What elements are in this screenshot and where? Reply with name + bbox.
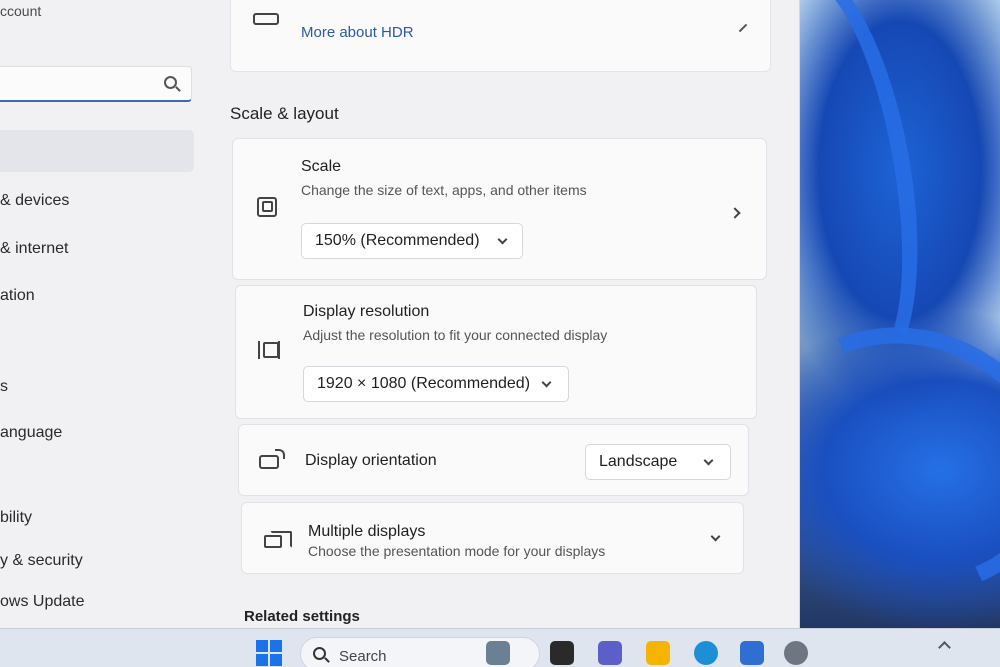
task-view-icon[interactable] [550,641,574,665]
related-settings-heading: Related settings [244,608,360,625]
settings-icon[interactable] [784,641,808,665]
chevron-down-icon[interactable] [710,531,721,542]
resolution-value: 1920 × 1080 (Recommended) [317,375,531,392]
section-title: Scale & layout [230,104,339,123]
open-icon[interactable] [738,23,748,33]
windows-logo-icon [270,640,282,652]
scale-card[interactable]: Scale Change the size of text, apps, and… [232,138,767,280]
multiple-displays-title: Multiple displays [308,523,426,540]
start-button[interactable] [256,640,282,666]
store-icon[interactable] [740,641,764,665]
scale-icon [257,197,277,217]
sidebar-item-personalization[interactable]: ation [0,287,35,305]
sidebar-item-time-language[interactable]: anguage [0,424,62,442]
account-label: ccount [0,3,42,19]
sidebar: ccount & devices & internet ation s angu… [0,0,200,628]
orientation-icon [259,449,285,469]
chevron-down-icon [497,234,508,245]
display-resolution-card: Display resolution Adjust the resolution… [235,285,757,419]
scale-subtitle: Change the size of text, apps, and other… [301,182,587,198]
resolution-icon [258,341,280,359]
windows-logo-icon [256,654,268,666]
search-input[interactable] [0,66,192,102]
display-resolution-title: Display resolution [303,303,430,320]
display-orientation-card: Display orientation Landscape [238,424,749,496]
orientation-value: Landscape [599,453,678,470]
main-content: More about HDR Scale & layout Scale Chan… [210,0,799,628]
widgets-icon[interactable] [486,641,510,665]
resolution-dropdown[interactable]: 1920 × 1080 (Recommended) [303,366,569,402]
taskbar-search-label: Search [339,648,387,665]
display-resolution-subtitle: Adjust the resolution to fit your connec… [303,327,608,343]
scale-dropdown[interactable]: 150% (Recommended) [301,223,523,259]
multiple-displays-icon [264,531,292,548]
settings-window: ccount & devices & internet ation s angu… [0,0,800,628]
edge-icon[interactable] [694,641,718,665]
chevron-down-icon [541,377,552,388]
sidebar-item-privacy-security[interactable]: y & security [0,552,83,570]
scale-title: Scale [301,158,342,175]
multiple-displays-card[interactable]: Multiple displays Choose the presentatio… [241,502,744,574]
show-hidden-icons-icon[interactable] [938,641,951,654]
sidebar-item-accessibility[interactable]: bility [0,509,32,527]
hdr-card: More about HDR [230,0,771,72]
sidebar-item-selected[interactable] [0,130,194,172]
teams-icon[interactable] [598,641,622,665]
windows-logo-icon [256,640,268,652]
hdr-icon [253,13,279,25]
file-explorer-icon[interactable] [646,641,670,665]
search-icon [313,647,326,660]
scale-value: 150% (Recommended) [315,232,480,249]
sidebar-item-devices[interactable]: & devices [0,192,69,210]
more-about-hdr-link[interactable]: More about HDR [301,24,414,41]
sidebar-item-network[interactable]: & internet [0,240,68,258]
sidebar-item-windows-update[interactable]: ows Update [0,593,85,611]
windows-logo-icon [270,654,282,666]
chevron-down-icon [703,455,714,466]
chevron-right-icon[interactable] [729,207,741,219]
display-orientation-title: Display orientation [305,452,437,469]
search-icon [164,76,177,89]
taskbar: Search [0,628,1000,667]
sidebar-item-accounts[interactable]: s [0,378,8,396]
multiple-displays-subtitle: Choose the presentation mode for your di… [308,543,606,559]
orientation-dropdown[interactable]: Landscape [585,444,731,480]
